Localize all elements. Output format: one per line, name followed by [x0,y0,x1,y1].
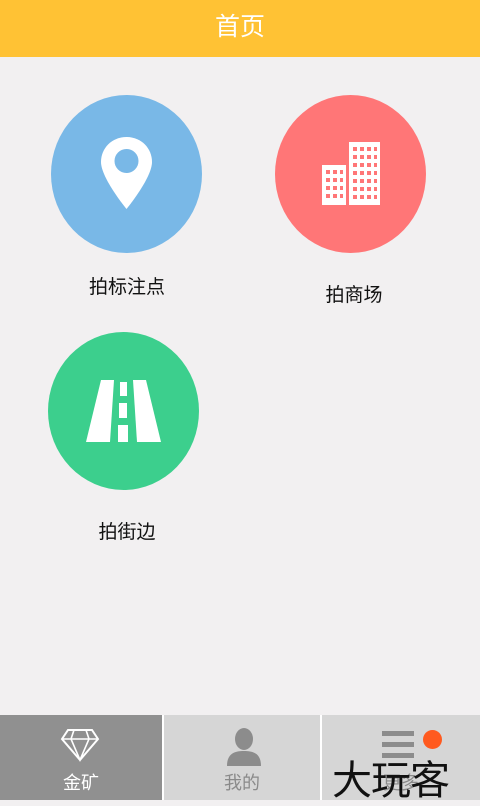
tab-label: 金矿 [63,773,99,794]
location-pin-icon [101,137,152,209]
tab-jinkuang[interactable]: 金矿 [0,715,162,800]
user-icon [227,728,261,766]
road-icon [86,380,161,442]
tab-wode[interactable]: 我的 [164,715,320,800]
diamond-icon [60,729,100,763]
tile-circle-road[interactable] [48,332,199,490]
tab-label: 我的 [224,773,260,794]
tile-label: 拍街边 [98,521,156,543]
page-title: 首页 [214,12,265,41]
tile-circle-buildings[interactable] [275,95,426,253]
watermark-dot [423,730,442,749]
watermark-logo: 大玩客 [332,758,450,804]
header-bar: 首页 [0,0,480,57]
tile-circle-location[interactable] [51,95,202,253]
tile-label: 拍商场 [325,284,383,306]
tile-label: 拍标注点 [88,276,165,298]
buildings-icon [322,142,380,205]
